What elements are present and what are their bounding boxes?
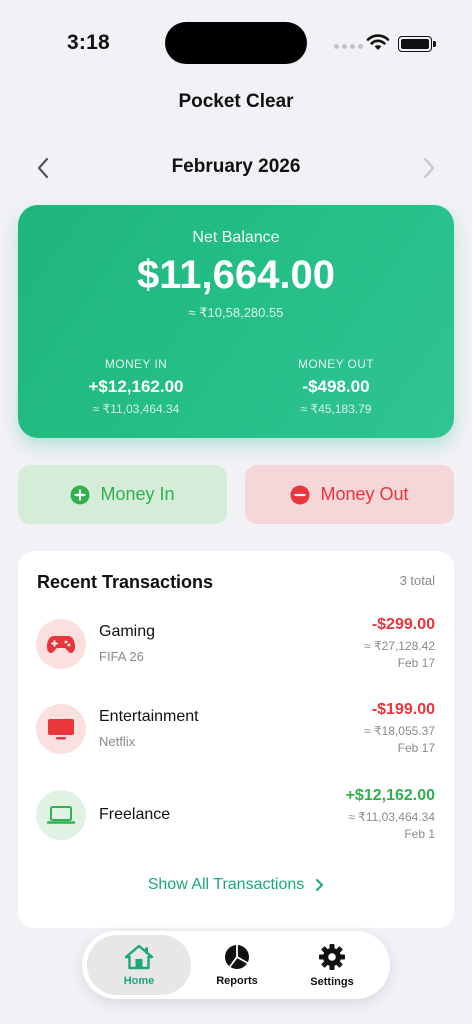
- transaction-converted: ≈ ₹11,03,464.34: [348, 810, 435, 824]
- transaction-row[interactable]: Entertainment Netflix -$199.00 ≈ ₹18,055…: [18, 698, 454, 778]
- pie-chart-icon: [225, 944, 249, 969]
- recent-transactions-title: Recent Transactions: [37, 572, 214, 592]
- net-balance-amount: $11,664.00: [137, 253, 335, 297]
- minus-circle-icon: [290, 485, 310, 504]
- money-in-amount: +$12,162.00: [88, 377, 184, 396]
- dynamic-island: [165, 22, 307, 64]
- tab-home[interactable]: Home: [87, 935, 191, 995]
- money-in-button-label: Money In: [100, 484, 175, 504]
- house-icon: [124, 944, 154, 969]
- transaction-icon: [36, 619, 86, 669]
- transaction-converted: ≈ ₹27,128.42: [364, 639, 435, 653]
- transaction-name: Gaming: [99, 623, 156, 640]
- money-in-button[interactable]: Money In: [18, 465, 227, 524]
- transactions-count: 3 total: [399, 573, 435, 588]
- status-bar: 3:18: [0, 0, 472, 80]
- tab-reports[interactable]: Reports: [185, 935, 289, 995]
- transaction-date: Feb 17: [397, 656, 435, 670]
- tab-settings-label: Settings: [310, 975, 354, 988]
- cellular-signal-icon: [334, 44, 363, 49]
- gear-icon: [319, 943, 345, 970]
- month-navigation: February 2026: [0, 150, 472, 184]
- battery-icon: [398, 36, 436, 52]
- transaction-date: Feb 1: [404, 827, 435, 841]
- laptop-icon: [47, 806, 75, 824]
- bottom-tab-bar: Home Reports Settings: [82, 931, 390, 999]
- transaction-amount: -$299.00: [371, 616, 435, 633]
- transaction-row[interactable]: Freelance +$12,162.00 ≈ ₹11,03,464.34 Fe…: [18, 784, 454, 864]
- transaction-icon: [36, 704, 86, 754]
- tv-icon: [48, 719, 74, 740]
- transaction-converted: ≈ ₹18,055.37: [364, 724, 435, 738]
- money-out-button[interactable]: Money Out: [245, 465, 454, 524]
- money-out-amount: -$498.00: [302, 377, 370, 396]
- net-balance-card: Net Balance $11,664.00 ≈ ₹10,58,280.55 M…: [18, 205, 454, 438]
- money-out-converted: ≈ ₹45,183.79: [300, 402, 372, 416]
- status-time: 3:18: [67, 31, 110, 54]
- net-balance-converted: ≈ ₹10,58,280.55: [188, 305, 284, 320]
- tab-home-label: Home: [123, 974, 155, 987]
- net-balance-label: Net Balance: [192, 229, 280, 246]
- tab-reports-label: Reports: [216, 974, 258, 987]
- transaction-amount: +$12,162.00: [345, 787, 435, 804]
- transaction-name: Freelance: [99, 806, 171, 823]
- next-month-button[interactable]: [414, 154, 442, 182]
- money-out-button-label: Money Out: [320, 484, 409, 504]
- plus-circle-icon: [70, 485, 90, 504]
- money-in-converted: ≈ ₹11,03,464.34: [92, 402, 180, 416]
- money-out-label: MONEY OUT: [297, 357, 375, 371]
- transaction-icon: [36, 790, 86, 840]
- transaction-subtitle: FIFA 26: [99, 649, 144, 664]
- show-all-transactions-label: Show All Transactions: [147, 876, 305, 893]
- transaction-amount: -$199.00: [371, 701, 435, 718]
- wifi-icon: [366, 34, 390, 50]
- tab-settings[interactable]: Settings: [280, 935, 384, 995]
- month-label: February 2026: [171, 156, 301, 177]
- transaction-name: Entertainment: [99, 708, 199, 725]
- chevron-right-icon: [316, 879, 324, 891]
- gamepad-icon: [46, 636, 76, 653]
- show-all-transactions-link[interactable]: Show All Transactions: [18, 876, 454, 894]
- money-in-label: MONEY IN: [104, 357, 168, 371]
- transaction-date: Feb 17: [397, 741, 435, 755]
- app-title: Pocket Clear: [178, 91, 294, 112]
- money-in-summary: MONEY IN +$12,162.00 ≈ ₹11,03,464.34: [36, 357, 236, 416]
- transaction-subtitle: Netflix: [99, 734, 136, 749]
- transaction-row[interactable]: Gaming FIFA 26 -$299.00 ≈ ₹27,128.42 Feb…: [18, 613, 454, 693]
- money-out-summary: MONEY OUT -$498.00 ≈ ₹45,183.79: [236, 357, 436, 416]
- recent-transactions-card: Recent Transactions 3 total Gaming FIFA …: [18, 551, 454, 928]
